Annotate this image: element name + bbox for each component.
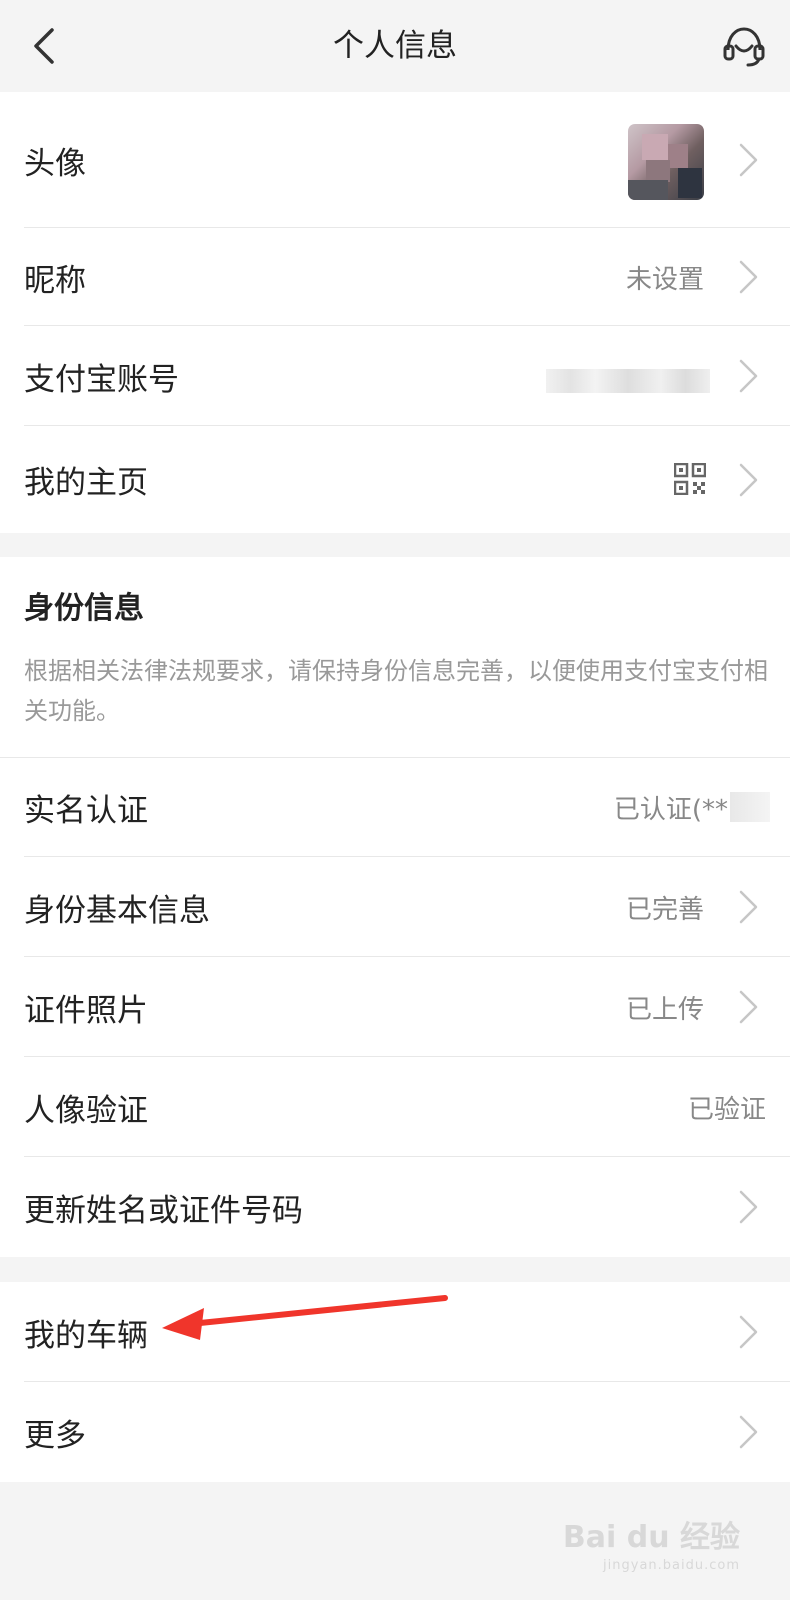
face-verify-row[interactable]: 人像验证 已验证 xyxy=(0,1057,790,1157)
basic-info-row[interactable]: 身份基本信息 已完善 xyxy=(0,857,790,957)
alipay-account-row[interactable]: 支付宝账号 xyxy=(0,326,790,426)
avatar-label: 头像 xyxy=(24,145,86,182)
avatar-row[interactable]: 头像 xyxy=(0,92,790,228)
face-verify-value: 已验证 xyxy=(687,1094,766,1125)
identity-group: 身份信息 根据相关法律法规要求，请保持身份信息完善，以便使用支付宝支付相关功能。… xyxy=(0,557,790,1257)
more-group: 我的车辆 更多 xyxy=(0,1282,790,1482)
homepage-row[interactable]: 我的主页 xyxy=(0,426,790,533)
id-photo-value: 已上传 xyxy=(625,994,704,1025)
headset-icon xyxy=(723,27,765,67)
chevron-right-icon xyxy=(739,1315,758,1349)
chevron-right-icon xyxy=(739,890,758,924)
customer-service-button[interactable] xyxy=(720,24,768,70)
my-vehicle-label: 我的车辆 xyxy=(24,1317,148,1354)
watermark-url-text: jingyan.baidu.com xyxy=(603,1558,740,1573)
id-photo-label: 证件照片 xyxy=(24,992,148,1029)
update-name-label: 更新姓名或证件号码 xyxy=(24,1192,303,1229)
update-name-row[interactable]: 更新姓名或证件号码 xyxy=(0,1157,790,1257)
realname-label: 实名认证 xyxy=(24,793,148,829)
avatar xyxy=(628,124,704,200)
my-vehicle-row[interactable]: 我的车辆 xyxy=(0,1282,790,1382)
nickname-label: 昵称 xyxy=(24,262,86,299)
qr-code-icon xyxy=(674,463,706,495)
chevron-right-icon xyxy=(739,260,758,294)
homepage-label: 我的主页 xyxy=(24,465,148,501)
chevron-right-icon xyxy=(739,1190,758,1224)
more-label: 更多 xyxy=(24,1417,86,1454)
chevron-right-icon xyxy=(739,143,758,177)
alipay-account-label: 支付宝账号 xyxy=(24,361,179,398)
blurred-realname xyxy=(730,792,770,822)
nickname-value: 未设置 xyxy=(625,264,704,295)
baidu-jingyan-watermark: Bai du 经验 jingyan.baidu.com xyxy=(563,1512,740,1573)
basic-info-label: 身份基本信息 xyxy=(24,892,210,929)
basic-info-value: 已完善 xyxy=(625,894,704,925)
header-bar: 个人信息 xyxy=(0,0,790,92)
watermark-main-text: Bai du 经验 xyxy=(562,1520,740,1555)
id-photo-row[interactable]: 证件照片 已上传 xyxy=(0,957,790,1057)
section-description: 根据相关法律法规要求，请保持身份信息完善，以便使用支付宝支付相关功能。 xyxy=(24,657,768,725)
more-row[interactable]: 更多 xyxy=(0,1382,790,1482)
page-title: 个人信息 xyxy=(333,28,457,64)
section-title: 身份信息 xyxy=(24,591,144,626)
chevron-right-icon xyxy=(739,359,758,393)
chevron-right-icon xyxy=(739,463,758,497)
profile-group: 头像 昵称 未设置 支付宝账号 我的主页 xyxy=(0,92,790,533)
face-verify-label: 人像验证 xyxy=(24,1092,148,1129)
chevron-right-icon xyxy=(739,990,758,1024)
realname-value: 已认证(** xyxy=(613,795,728,825)
blurred-account-value xyxy=(546,369,710,393)
realname-row[interactable]: 实名认证 已认证(** xyxy=(0,758,790,857)
chevron-right-icon xyxy=(739,1415,758,1449)
nickname-row[interactable]: 昵称 未设置 xyxy=(0,228,790,326)
